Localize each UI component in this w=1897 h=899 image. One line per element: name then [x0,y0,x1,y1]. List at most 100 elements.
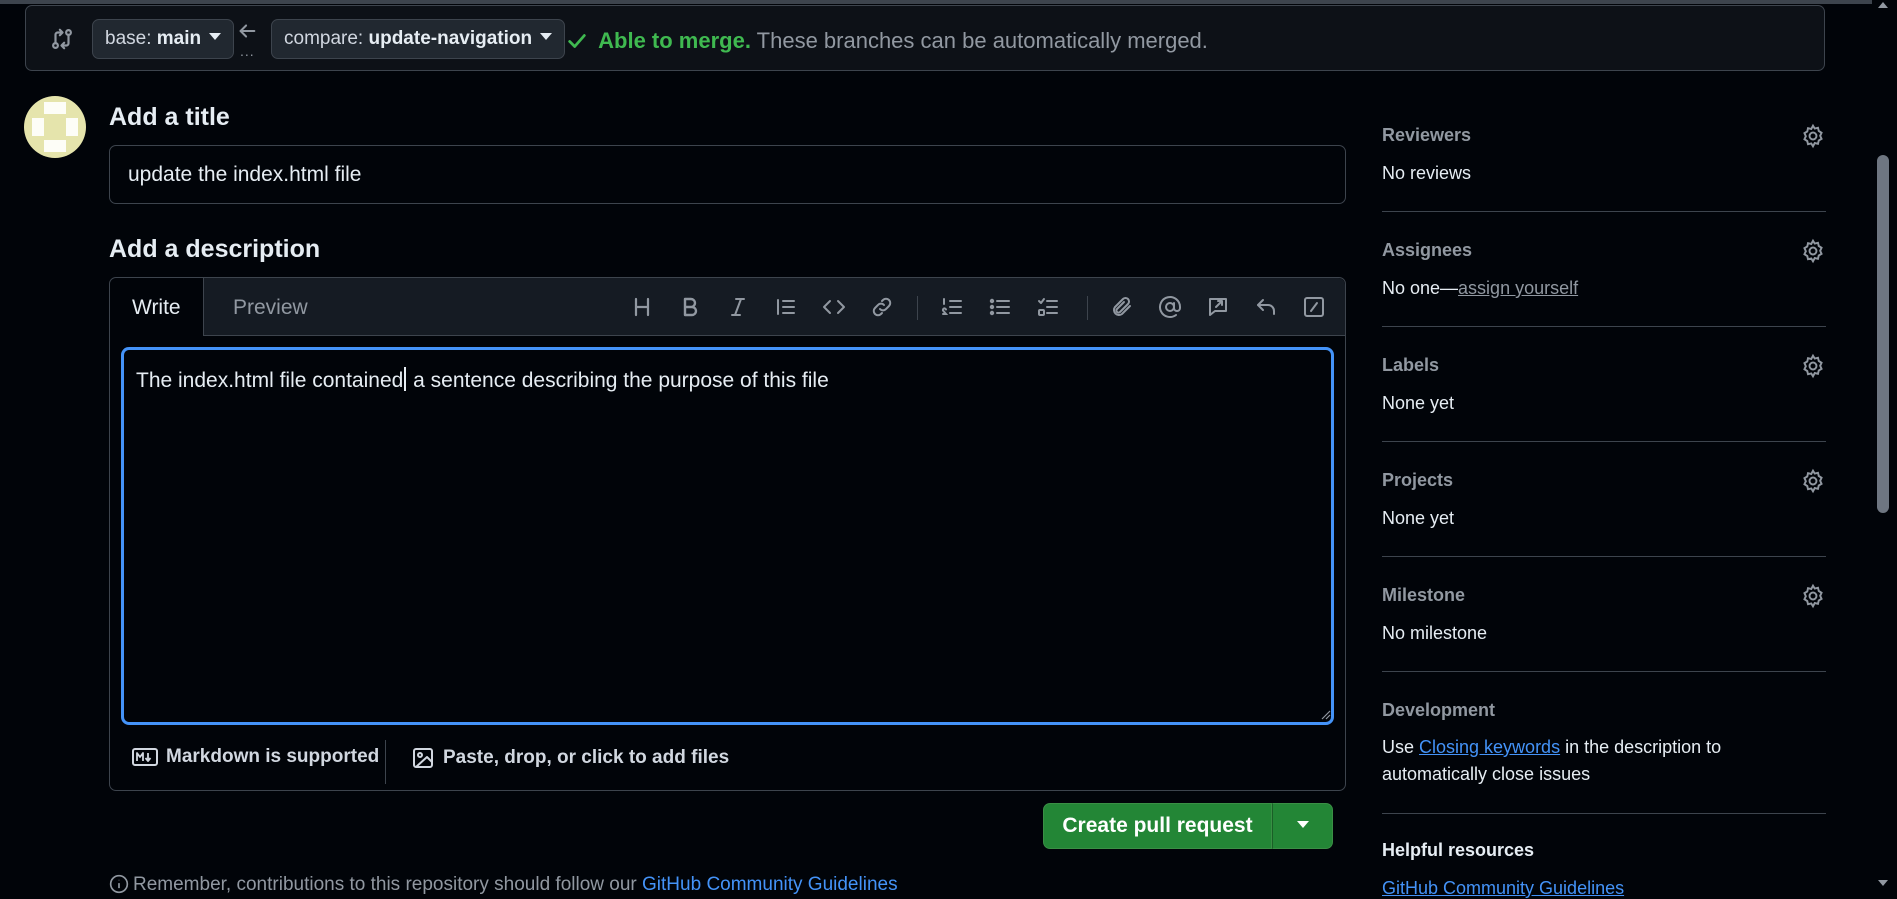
guidelines-link[interactable]: GitHub Community Guidelines [642,874,898,895]
gear-icon[interactable] [1800,583,1826,609]
gear-icon[interactable] [1800,238,1826,264]
top-border [0,0,1897,4]
compare-branch-button[interactable]: compare: update-navigation [271,19,566,59]
base-label: base: [105,28,152,49]
labels-value: None yet [1382,393,1455,413]
create-pull-request-button[interactable]: Create pull request [1043,803,1272,849]
compare-value: update-navigation [368,28,533,49]
sidebar-divider [1382,326,1826,327]
create-pr-dropdown[interactable] [1272,803,1333,849]
heading-icon[interactable] [627,292,657,322]
reviewers-value: No reviews [1382,163,1472,183]
branch-dots: ... [240,43,255,59]
helpful-resources-heading: Helpful resources [1382,840,1535,860]
assign-yourself-link[interactable]: assign yourself [1458,278,1578,298]
projects-label: Projects [1382,470,1454,490]
attach-icon[interactable] [1107,292,1137,322]
base-value: main [156,28,202,49]
attach-files-button[interactable]: Paste, drop, or click to add files [411,746,729,770]
gear-icon[interactable] [1800,468,1826,494]
base-branch-button[interactable]: base: main [92,19,235,59]
italic-icon[interactable] [723,292,753,322]
reference-icon[interactable] [1203,292,1233,322]
sidebar-divider [1382,556,1826,557]
scroll-thumb[interactable] [1877,155,1889,513]
unordered-list-icon[interactable] [985,292,1015,322]
closing-keywords-link[interactable]: Closing keywords [1419,737,1560,757]
merge-ok-text: Able to merge. [598,28,751,53]
resize-grip-icon[interactable] [1321,710,1331,720]
development-text: Use Closing keywords in the description … [1382,734,1826,788]
numbered-list-icon[interactable] [937,292,967,322]
chevron-down-icon [540,33,553,41]
description-editor: Write Preview The index.html file contai… [109,277,1346,791]
sidebar-divider [1382,441,1826,442]
description-textarea[interactable]: The index.html file contained a sentence… [121,347,1334,725]
create-pr-group: Create pull request [1043,803,1333,849]
task-list-icon[interactable] [1033,292,1063,322]
labels-label: Labels [1382,355,1440,375]
slash-command-icon[interactable] [1299,292,1329,322]
check-icon [568,34,586,48]
code-icon[interactable] [819,292,849,322]
gear-icon[interactable] [1800,353,1826,379]
markdown-supported-link[interactable]: Markdown is supported [132,746,379,768]
page-scrollbar[interactable] [1872,0,1897,891]
development-label: Development [1382,700,1496,720]
guidelines-text: Remember, contributions to this reposito… [133,874,643,895]
sidebar-labels: Labels None yet [1382,353,1826,415]
arrow-left-icon [239,24,256,38]
reviewers-label: Reviewers [1382,125,1472,145]
sidebar-milestone: Milestone No milestone [1382,583,1826,645]
toolbar-divider [1087,296,1088,320]
title-input[interactable] [109,145,1346,204]
sidebar-projects: Projects None yet [1382,468,1826,530]
assignees-label: Assignees [1382,240,1473,260]
scroll-up-arrow[interactable] [1878,2,1888,8]
description-text-before-cursor: The index.html file contained [136,369,404,392]
sidebar-divider [1382,671,1826,672]
image-icon [413,748,433,768]
merge-status: Able to merge. These branches can be aut… [566,28,1208,54]
avatar[interactable] [24,96,86,158]
compare-label: compare: [284,28,364,49]
info-icon [109,874,129,894]
sidebar-assignees: Assignees No one—assign yourself [1382,238,1826,300]
assignees-none: No one— [1382,278,1459,298]
milestone-label: Milestone [1382,585,1466,605]
sidebar-divider [1382,211,1826,212]
bold-icon[interactable] [675,292,705,322]
quote-icon[interactable] [771,292,801,322]
attach-note: Paste, drop, or click to add files [443,747,730,768]
projects-value: None yet [1382,508,1455,528]
assignees-value: No one—assign yourself [1382,278,1578,299]
merge-description: These branches can be automatically merg… [756,28,1208,53]
milestone-value: No milestone [1382,623,1488,643]
sidebar-reviewers: Reviewers No reviews [1382,123,1826,185]
link-icon[interactable] [867,292,897,322]
mention-icon[interactable] [1155,292,1185,322]
helpful-guidelines-link[interactable]: GitHub Community Guidelines [1382,878,1624,899]
undo-icon[interactable] [1251,292,1281,322]
guidelines-note: Remember, contributions to this reposito… [109,874,898,896]
title-heading: Add a title [109,103,230,131]
gear-icon[interactable] [1800,123,1826,149]
toolbar-divider [917,296,918,320]
markdown-note: Markdown is supported [166,746,380,767]
editor-footer: Markdown is supported Paste, drop, or cl… [110,734,1345,790]
compare-bar: base: main ... compare: update-navigatio… [25,5,1825,71]
description-text-after-cursor: a sentence describing the purpose of thi… [407,369,829,392]
chevron-down-icon [1296,820,1309,828]
description-heading: Add a description [109,235,321,263]
footer-divider [385,740,386,784]
tab-preview[interactable]: Preview [211,278,330,335]
development-text-before: Use [1382,737,1420,757]
sidebar-development: Development Use Closing keywords in the … [1382,700,1826,790]
editor-header: Write Preview [110,278,1345,336]
git-compare-icon [52,28,72,50]
scroll-down-arrow[interactable] [1878,880,1888,886]
sidebar-divider [1382,813,1826,814]
tab-write[interactable]: Write [110,278,204,336]
chevron-down-icon [209,33,222,41]
markdown-icon [132,748,158,766]
